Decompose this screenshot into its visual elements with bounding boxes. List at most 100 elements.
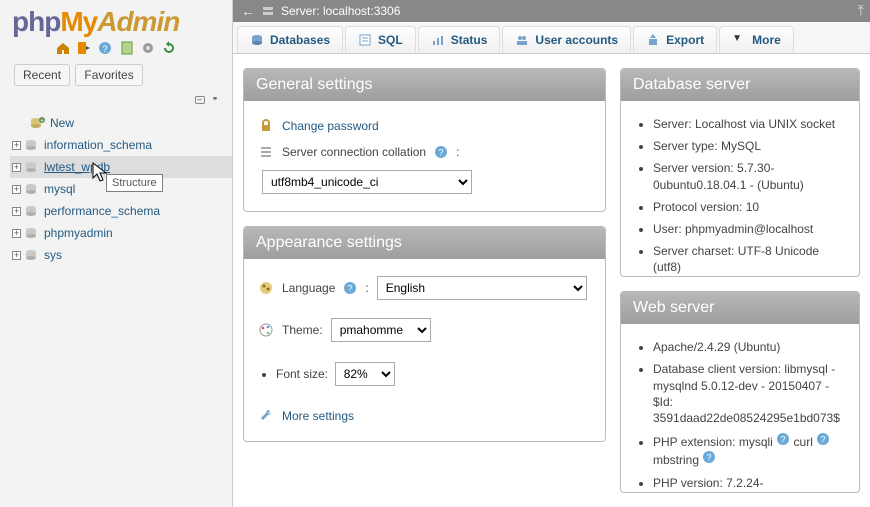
tree-item[interactable]: + information_schema (10, 134, 232, 156)
expand-icon[interactable]: + (12, 163, 21, 172)
favorites-button[interactable]: Favorites (75, 64, 142, 86)
reload-icon[interactable] (161, 40, 177, 56)
top-tabs: Databases SQL Status User accounts Expor… (233, 22, 870, 54)
database-icon (250, 33, 264, 47)
sidebar: phpMyAdmin ? Recent Favorites – ⚭ + New … (0, 0, 233, 507)
change-password-link[interactable]: Change password (282, 119, 379, 133)
home-icon[interactable] (55, 40, 71, 56)
list-item: Server: Localhost via UNIX socket (653, 113, 845, 135)
logout-icon[interactable] (76, 40, 92, 56)
list-item: Server type: MySQL (653, 135, 845, 157)
tree-item-label[interactable]: mysql (44, 182, 75, 196)
tab-label: Export (666, 33, 704, 47)
expand-icon[interactable]: + (12, 185, 21, 194)
svg-text:?: ? (348, 284, 353, 294)
svg-text:+: + (40, 119, 44, 125)
php-ext-label: curl (794, 435, 813, 449)
tab-export[interactable]: Export (633, 26, 717, 53)
database-icon (24, 160, 40, 174)
help-icon[interactable]: ? (343, 281, 357, 295)
collation-icon (258, 144, 274, 160)
theme-label: Theme: (282, 323, 323, 337)
panel-general-settings: General settings Change password Server … (243, 68, 606, 212)
server-label[interactable]: Server: localhost:3306 (281, 4, 400, 18)
fontsize-select[interactable]: 82% (335, 362, 395, 386)
fontsize-label: Font size: (276, 367, 328, 381)
more-settings-link[interactable]: More settings (282, 409, 354, 423)
expand-icon[interactable]: + (12, 207, 21, 216)
main-area: ← Server: localhost:3306 ⤒ Databases SQL… (233, 0, 870, 507)
logo[interactable]: phpMyAdmin (0, 0, 232, 38)
panel-title: Web server (621, 292, 859, 324)
panel-database-server: Database server Server: Localhost via UN… (620, 68, 860, 277)
tab-label: Status (451, 33, 488, 47)
tab-databases[interactable]: Databases (237, 26, 343, 53)
help-icon[interactable]: ? (434, 145, 448, 159)
list-item: PHP extension: mysqli ? curl ? mbstring … (653, 429, 845, 471)
tree-item[interactable]: +lwtest_wpdbStructure (10, 156, 232, 178)
tree-item-label[interactable]: information_schema (44, 138, 152, 152)
lock-icon (258, 118, 274, 134)
docs-icon[interactable]: ? (97, 40, 113, 56)
help-icon[interactable]: ? (702, 450, 716, 464)
wrench-icon (258, 408, 274, 424)
content-columns: General settings Change password Server … (233, 54, 870, 507)
tree-item-label[interactable]: performance_schema (44, 204, 160, 218)
collapse-all-icon[interactable]: – (195, 96, 205, 104)
chevron-down-icon: ▼ (732, 33, 746, 47)
expand-icon[interactable]: + (12, 251, 21, 260)
tree-item[interactable]: + phpmyadmin (10, 222, 232, 244)
list-item: Server charset: UTF-8 Unicode (utf8) (653, 240, 845, 277)
recent-button[interactable]: Recent (14, 64, 70, 86)
status-icon (431, 33, 445, 47)
users-icon (515, 33, 529, 47)
theme-icon (258, 322, 274, 338)
tab-more[interactable]: ▼ More (719, 26, 794, 53)
panel-title: Appearance settings (244, 227, 605, 259)
tab-status[interactable]: Status (418, 26, 501, 53)
expand-icon[interactable]: + (12, 229, 21, 238)
database-icon (24, 248, 40, 262)
tab-user-accounts[interactable]: User accounts (502, 26, 631, 53)
tree-item-label[interactable]: sys (44, 248, 62, 262)
list-item: Server version: 5.7.30-0ubuntu0.18.04.1 … (653, 157, 845, 195)
svg-text:?: ? (439, 148, 444, 158)
tab-label: More (752, 33, 781, 47)
new-db-icon: + (30, 116, 46, 130)
list-item: User: phpmyadmin@localhost (653, 218, 845, 240)
svg-text:?: ? (707, 453, 712, 463)
tree-item[interactable]: + performance_schema (10, 200, 232, 222)
collation-select[interactable]: utf8mb4_unicode_ci (262, 170, 472, 194)
breadcrumb-arrow-icon: ← (241, 3, 255, 19)
list-item: Database client version: libmysql - mysq… (653, 358, 845, 429)
link-icon[interactable]: ⚭ (210, 96, 220, 104)
tree-new-label[interactable]: New (50, 116, 74, 130)
tab-label: User accounts (535, 33, 618, 47)
settings-icon[interactable] (140, 40, 156, 56)
tree-item[interactable]: + sys (10, 244, 232, 266)
theme-select[interactable]: pmahomme (331, 318, 431, 342)
list-item: Protocol version: 10 (653, 196, 845, 218)
svg-text:?: ? (103, 44, 108, 54)
panel-appearance-settings: Appearance settings Language ?: English … (243, 226, 606, 442)
tooltip: Structure (106, 174, 163, 192)
php-ext-label: mbstring (653, 453, 699, 467)
collation-label: Server connection collation (282, 145, 426, 159)
tree-collapse-controls: – ⚭ (0, 92, 232, 110)
tree-item-label[interactable]: lwtest_wpdb (44, 160, 110, 174)
sql-icon (358, 33, 372, 47)
tree-item-label[interactable]: phpmyadmin (44, 226, 113, 240)
panel-collapse-icon[interactable]: ⤒ (858, 2, 864, 19)
help-icon[interactable]: ? (776, 432, 790, 446)
server-icon (261, 4, 275, 18)
tab-sql[interactable]: SQL (345, 26, 416, 53)
list-item: PHP version: 7.2.24- (653, 472, 845, 493)
tree-new[interactable]: + New (10, 112, 232, 134)
tab-label: Databases (270, 33, 330, 47)
language-select[interactable]: English (377, 276, 587, 300)
expand-icon[interactable]: + (12, 141, 21, 150)
language-label: Language (282, 281, 335, 295)
help-icon[interactable]: ? (816, 432, 830, 446)
sql-docs-icon[interactable] (119, 40, 135, 56)
svg-text:?: ? (781, 435, 786, 445)
